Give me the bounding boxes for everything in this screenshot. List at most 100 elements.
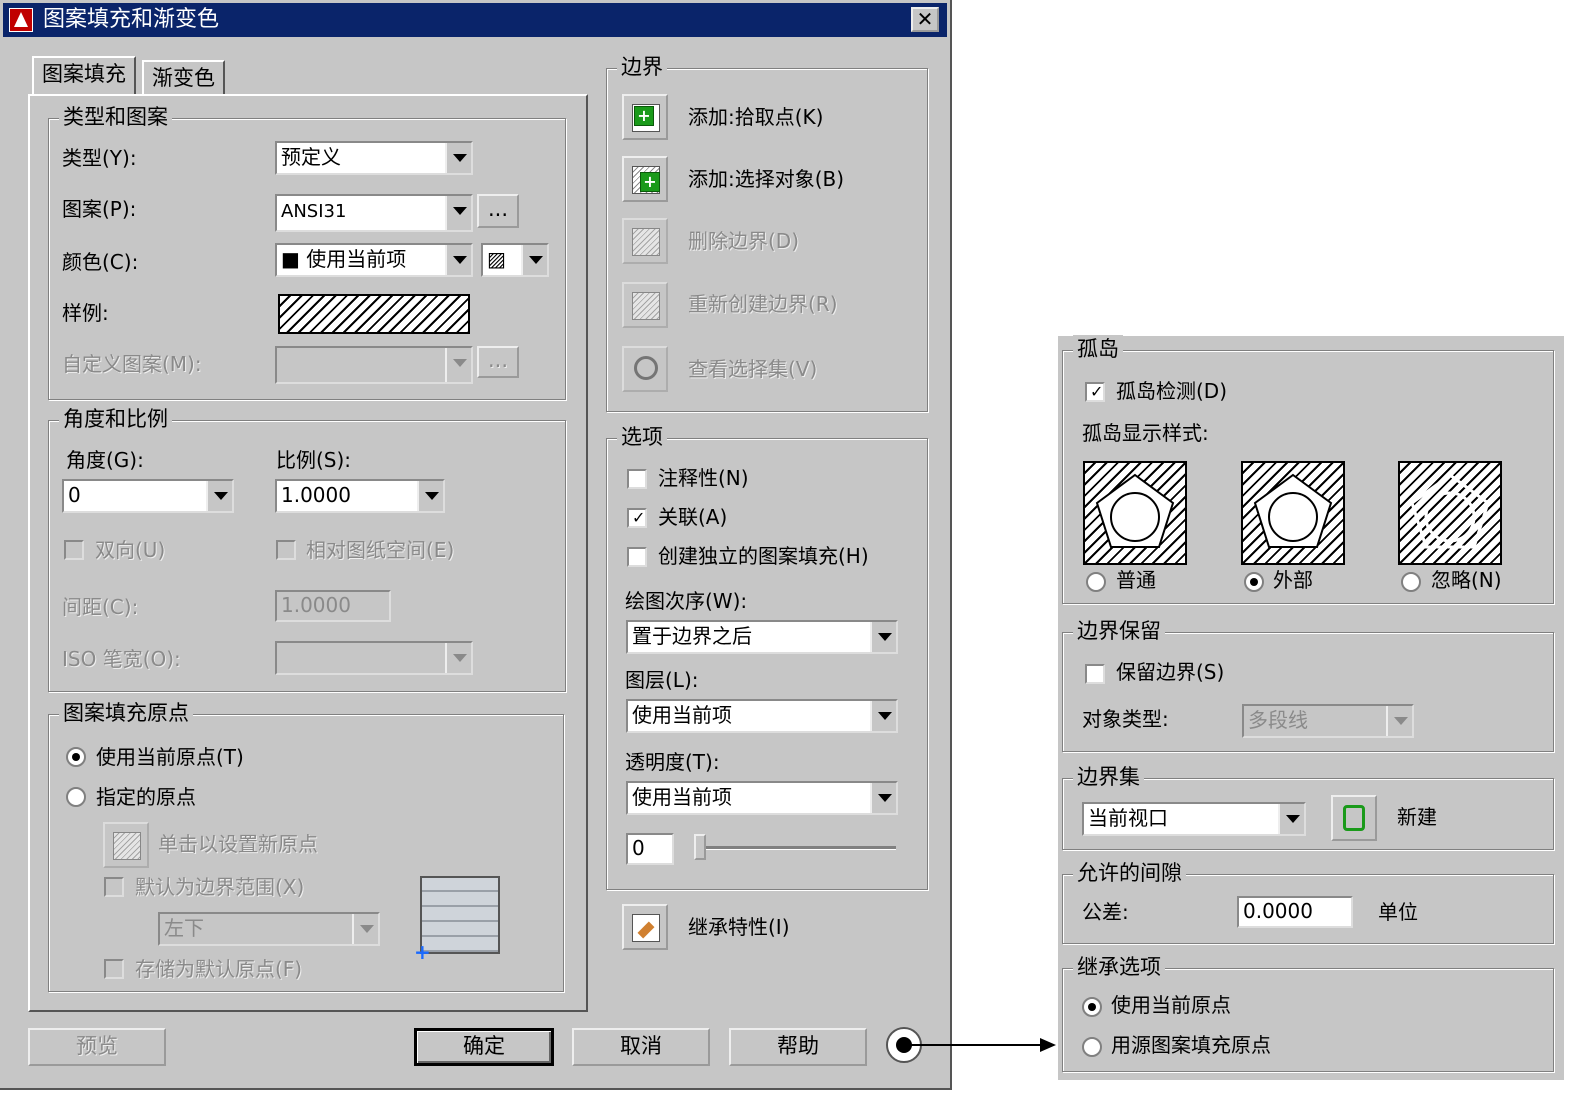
boundary-retention-legend: 边界保留 (1073, 617, 1165, 645)
chevron-down-icon[interactable] (417, 481, 443, 511)
origin-position-select[interactable]: 左下 (158, 912, 380, 946)
remove-boundaries-label[interactable]: 删除边界(D) (688, 228, 799, 254)
add-pick-points-button[interactable]: + (622, 94, 668, 140)
transparency-slider-track[interactable] (700, 846, 896, 850)
add-select-objects-button[interactable]: + (622, 156, 668, 202)
preview-button[interactable]: 预览 (28, 1028, 166, 1066)
annotative-label: 注释性(N) (658, 466, 749, 490)
new-boundary-set-button[interactable] (1331, 795, 1377, 841)
chevron-down-icon[interactable] (352, 914, 378, 944)
use-current-origin-radio[interactable] (66, 747, 86, 767)
inherit-properties-label[interactable]: 继承特性(I) (688, 914, 790, 940)
custom-browse-button[interactable]: ... (477, 346, 519, 378)
boundary-set-legend: 边界集 (1073, 763, 1144, 791)
island-ignore-radio[interactable] (1401, 572, 1421, 592)
island-outer-label: 外部 (1273, 568, 1313, 592)
relative-paper-checkbox[interactable] (276, 540, 296, 560)
inherit-source-origin-label: 用源图案填充原点 (1111, 1033, 1271, 1057)
annotative-checkbox[interactable] (627, 469, 647, 489)
tab-gradient[interactable]: 渐变色 (142, 60, 225, 96)
recreate-boundary-button[interactable] (622, 282, 668, 328)
island-outer-radio[interactable] (1244, 572, 1264, 592)
help-button[interactable]: 帮助 (729, 1028, 867, 1066)
transparency-number-field[interactable]: 0 (626, 833, 674, 865)
island-normal-radio[interactable] (1086, 572, 1106, 592)
hatch-sample-swatch[interactable] (278, 294, 470, 334)
close-button[interactable]: ✕ (911, 7, 939, 32)
tolerance-label: 公差: (1082, 900, 1129, 924)
object-type-select[interactable]: 多段线 (1242, 704, 1414, 738)
chevron-down-icon[interactable] (445, 196, 471, 230)
plus-icon: + (640, 172, 660, 192)
custom-pattern-select[interactable] (275, 346, 473, 384)
chevron-down-icon[interactable] (445, 348, 471, 382)
inherit-current-origin-label: 使用当前原点 (1111, 993, 1231, 1017)
island-detection-label: 孤岛检测(D) (1116, 379, 1228, 403)
angle-select[interactable]: 0 (62, 479, 234, 513)
retain-boundaries-checkbox[interactable] (1085, 664, 1105, 684)
remove-boundaries-button[interactable] (622, 218, 668, 264)
origin-position-value: 左下 (164, 916, 204, 940)
layer-value: 使用当前项 (632, 703, 732, 727)
background-color-select[interactable]: ▨ (481, 243, 549, 277)
island-normal-preview[interactable] (1083, 461, 1187, 565)
inherit-source-origin-radio[interactable] (1082, 1037, 1102, 1057)
island-detection-checkbox[interactable]: ✓ (1085, 382, 1105, 402)
pattern-browse-button[interactable]: ... (477, 194, 519, 228)
set-origin-button[interactable] (103, 822, 149, 868)
store-default-checkbox[interactable] (104, 959, 124, 979)
add-select-objects-label[interactable]: 添加:选择对象(B) (688, 166, 844, 192)
chevron-down-icon[interactable] (1278, 804, 1304, 834)
island-ignore-preview[interactable] (1398, 461, 1502, 565)
chevron-down-icon[interactable] (870, 783, 896, 813)
islands-legend: 孤岛 (1073, 335, 1123, 363)
specified-origin-radio[interactable] (66, 787, 86, 807)
draw-order-value: 置于边界之后 (632, 624, 752, 648)
associative-checkbox[interactable]: ✓ (627, 508, 647, 528)
view-selections-button[interactable] (622, 346, 668, 392)
view-selections-label[interactable]: 查看选择集(V) (688, 356, 817, 382)
type-select[interactable]: 预定义 (275, 141, 473, 175)
tolerance-field[interactable]: 0.0000 (1237, 896, 1353, 928)
transparency-select[interactable]: 使用当前项 (626, 781, 898, 815)
chevron-down-icon[interactable] (870, 701, 896, 731)
origin-marker-icon: + (414, 940, 431, 964)
inherit-current-origin-radio[interactable] (1082, 997, 1102, 1017)
store-default-label: 存储为默认原点(F) (135, 957, 303, 981)
title-bar[interactable]: 图案填充和渐变色 ✕ (3, 3, 947, 37)
iso-pen-width-select[interactable] (275, 641, 473, 675)
chevron-down-icon[interactable] (445, 643, 471, 673)
double-checkbox[interactable] (64, 540, 84, 560)
cancel-button[interactable]: 取消 (572, 1028, 710, 1066)
boundary-set-select[interactable]: 当前视口 (1082, 802, 1306, 836)
recreate-boundary-icon (632, 292, 660, 320)
add-pick-points-label[interactable]: 添加:拾取点(K) (688, 104, 823, 130)
spacing-field[interactable]: 1.0000 (275, 590, 391, 622)
ok-button[interactable]: 确定 (414, 1028, 554, 1066)
relative-paper-label: 相对图纸空间(E) (306, 538, 455, 562)
tab-hatch[interactable]: 图案填充 (32, 56, 136, 96)
color-select[interactable]: ■ 使用当前项 (275, 243, 473, 277)
scale-select[interactable]: 1.0000 (275, 479, 445, 513)
pattern-select[interactable]: ANSI31 (275, 194, 473, 232)
checkmark-icon: ✓ (1090, 382, 1104, 401)
default-extents-checkbox[interactable] (104, 877, 124, 897)
separate-hatches-checkbox[interactable] (627, 547, 647, 567)
specified-origin-label: 指定的原点 (96, 785, 196, 809)
origin-legend: 图案填充原点 (59, 699, 193, 727)
transparency-slider-thumb[interactable] (694, 834, 706, 860)
chevron-down-icon[interactable] (445, 245, 471, 275)
island-outer-preview[interactable] (1241, 461, 1345, 565)
draw-order-select[interactable]: 置于边界之后 (626, 620, 898, 654)
island-ignore-label: 忽略(N) (1431, 568, 1502, 592)
pattern-value: ANSI31 (281, 201, 347, 222)
layer-select[interactable]: 使用当前项 (626, 699, 898, 733)
chevron-down-icon[interactable] (1386, 706, 1412, 736)
inherit-properties-button[interactable] (622, 904, 668, 950)
recreate-boundary-label[interactable]: 重新创建边界(R) (688, 291, 838, 317)
color-value: ■ 使用当前项 (281, 247, 407, 271)
chevron-down-icon[interactable] (521, 245, 547, 275)
chevron-down-icon[interactable] (445, 143, 471, 173)
chevron-down-icon[interactable] (870, 622, 896, 652)
chevron-down-icon[interactable] (206, 481, 232, 511)
